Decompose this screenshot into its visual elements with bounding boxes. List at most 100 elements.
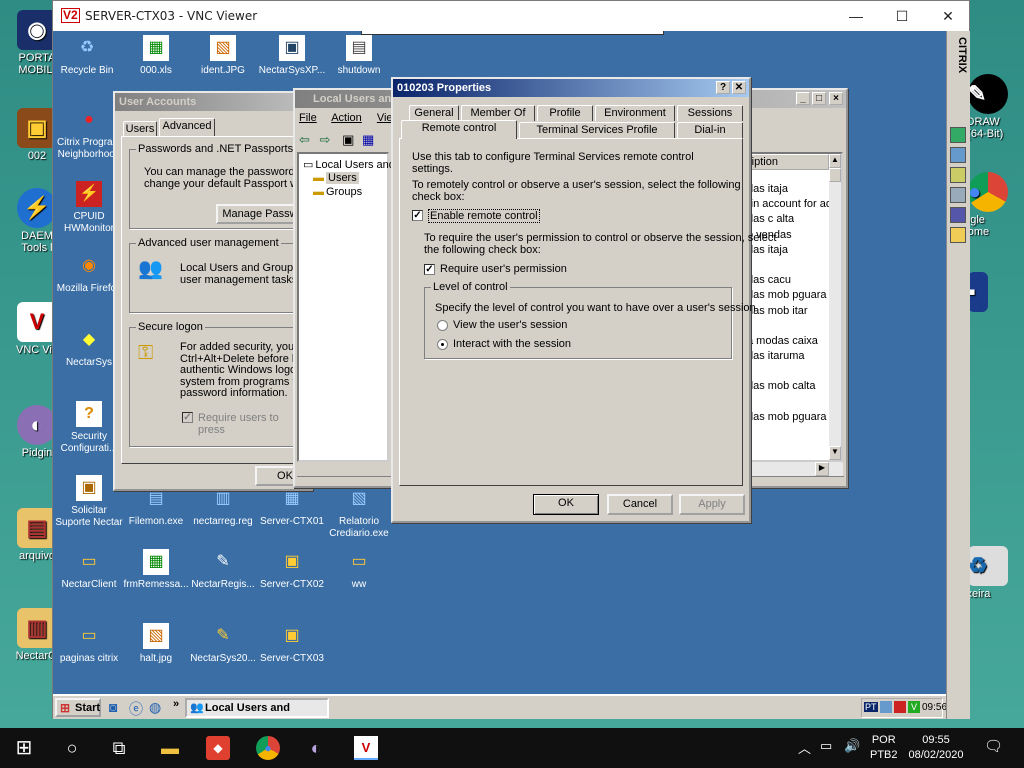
halt-jpg-icon[interactable]: ▧ halt.jpg [120, 623, 192, 665]
frmremessa-icon[interactable]: ▦ frmRemessa... [120, 549, 192, 591]
ident-jpg-icon[interactable]: ▧ ident.JPG [187, 35, 259, 77]
quicklaunch-app-icon[interactable]: ◍ [149, 699, 161, 716]
list-item[interactable] [747, 319, 829, 334]
list-item[interactable]: das mob pguara [747, 410, 829, 425]
enable-remote-control-label[interactable]: Enable remote control [428, 209, 540, 223]
taskbar-task-local-users[interactable]: 👥 Local Users and Groups [185, 698, 329, 719]
enable-remote-control-checkbox[interactable]: ✓ [412, 210, 423, 221]
server-ctx01-icon[interactable]: ▦ Server-CTX01 [256, 486, 328, 528]
tray-network-icon[interactable] [880, 701, 892, 713]
list-item[interactable]: das mob pguara [747, 288, 829, 303]
maximize-button[interactable]: □ [812, 92, 826, 105]
search-icon[interactable]: ○ [60, 736, 84, 760]
vertical-scrollbar[interactable]: ▲ ▼ [829, 154, 841, 460]
scroll-thumb[interactable] [829, 168, 841, 182]
shutdown-icon[interactable]: ▤ shutdown [323, 35, 395, 77]
up-folder-icon[interactable]: ▣ [342, 132, 354, 147]
require-ctrl-alt-del-checkbox[interactable]: ✓ [182, 412, 193, 423]
view-session-label[interactable]: View the user's session [453, 319, 567, 331]
tab-profile[interactable]: Profile [537, 105, 593, 121]
citrix-tool-icon[interactable] [950, 167, 966, 183]
network-icon[interactable]: ▭ [820, 738, 832, 754]
forward-icon[interactable]: ⇨ [320, 132, 331, 147]
windows-start-icon[interactable]: ⊞ [12, 736, 36, 760]
server-ctx02-icon[interactable]: ▣ Server-CTX02 [256, 549, 328, 591]
nectarsysxp-icon[interactable]: ▣ NectarSysXP... [256, 35, 328, 77]
minimize-button[interactable]: _ [796, 92, 810, 105]
close-button[interactable]: ✕ [732, 81, 746, 94]
vnc-taskbar-icon[interactable]: V [354, 736, 378, 760]
desktop-quicklaunch-icon[interactable]: ◙ [109, 699, 117, 715]
tree-item-users[interactable]: ▬ Users [313, 172, 359, 184]
minimize-button[interactable]: — [833, 1, 879, 31]
citrix-tool-icon[interactable] [950, 187, 966, 203]
nectarregis-icon[interactable]: ✎ NectarRegis... [187, 549, 259, 591]
tab-sessions[interactable]: Sessions [677, 105, 743, 121]
menu-action[interactable]: Action [331, 112, 362, 124]
help-button[interactable]: ? [716, 81, 730, 94]
paginas-citrix-icon[interactable]: ▭ paginas citrix [53, 623, 125, 665]
scroll-up-arrow[interactable]: ▲ [829, 154, 841, 168]
pidgin-taskbar-icon[interactable]: ◐ [304, 736, 328, 760]
user-accounts-titlebar[interactable]: User Accounts [115, 93, 311, 111]
close-button[interactable]: × [829, 92, 843, 105]
tab-environment[interactable]: Environment [595, 105, 675, 121]
nectarreg-icon[interactable]: ▥ nectarreg.reg [187, 486, 259, 528]
show-tree-icon[interactable]: ▦ [362, 132, 374, 147]
horizontal-scrollbar[interactable]: ▶ [743, 462, 843, 476]
chevron-more-icon[interactable]: » [173, 698, 179, 710]
nectarclient-icon[interactable]: ▭ NectarClient [53, 549, 125, 591]
ie-quicklaunch-icon[interactable]: ⓔ [129, 699, 143, 719]
volume-icon[interactable]: 🔊 [844, 738, 860, 754]
menu-file[interactable]: File [299, 112, 317, 124]
tray-app-icon[interactable] [894, 701, 906, 713]
filemon-icon[interactable]: ▤ Filemon.exe [120, 486, 192, 528]
tab-general[interactable]: General [409, 105, 459, 121]
list-item[interactable]: -in account for adr [747, 197, 829, 212]
chevron-up-icon[interactable]: ︿ [798, 738, 811, 757]
tab-ts-profile[interactable]: Terminal Services Profile [519, 122, 675, 138]
notification-icon[interactable]: 🗨 [984, 737, 1003, 755]
interact-session-radio[interactable] [437, 339, 448, 350]
input-language[interactable]: POR PTB2 [870, 733, 898, 763]
citrix-tool-icon[interactable] [950, 207, 966, 223]
back-icon[interactable]: ⇦ [299, 132, 310, 147]
tray-vnc-icon[interactable]: V [908, 701, 920, 713]
view-session-radio[interactable] [437, 320, 448, 331]
apply-button[interactable]: Apply [679, 494, 745, 515]
list-item[interactable]: das itaja [747, 243, 829, 258]
properties-titlebar[interactable]: 010203 Properties ? ✕ [393, 79, 749, 97]
scroll-down-arrow[interactable]: ▼ [829, 446, 841, 460]
citrix-tool-icon[interactable] [950, 227, 966, 243]
list-item[interactable]: das mob calta [747, 379, 829, 394]
description-column-header[interactable]: ription [745, 154, 829, 170]
tab-member-of[interactable]: Member Of [461, 105, 535, 121]
server-ctx03-icon[interactable]: ▣ Server-CTX03 [256, 623, 328, 665]
list-item[interactable]: das itaruma [747, 349, 829, 364]
vnc-titlebar[interactable]: V2 SERVER-CTX03 - VNC Viewer — ☐ ✕ [53, 1, 969, 31]
ww-icon[interactable]: ▭ ww [323, 549, 395, 591]
list-item[interactable]: das c alta [747, 212, 829, 227]
interact-session-label[interactable]: Interact with the session [453, 338, 571, 350]
chrome-taskbar-icon[interactable]: ● [256, 736, 280, 760]
relatorio-crediario-icon[interactable]: ▧ Relatorio Crediario.exe [323, 486, 395, 540]
tab-advanced[interactable]: Advanced [159, 118, 215, 136]
host-clock[interactable]: 09:55 08/02/2020 [906, 733, 966, 763]
citrix-tool-icon[interactable] [950, 147, 966, 163]
tab-dial-in[interactable]: Dial-in [677, 122, 743, 138]
tab-remote-control[interactable]: Remote control [401, 120, 517, 139]
nectarsys20-icon[interactable]: ✎ NectarSys20... [187, 623, 259, 665]
close-button[interactable]: ✕ [925, 1, 971, 31]
cancel-button[interactable]: Cancel [607, 494, 673, 515]
ok-button[interactable]: OK [533, 494, 599, 515]
list-item[interactable]: das itaja [747, 182, 829, 197]
list-item[interactable]: a modas caixa [747, 334, 829, 349]
require-permission-label[interactable]: Require user's permission [440, 263, 567, 275]
start-button[interactable]: ⊞ Start [55, 698, 101, 717]
tree-item-groups[interactable]: ▬ Groups [313, 186, 362, 198]
require-permission-checkbox[interactable]: ✓ [424, 264, 435, 275]
xls-file-icon[interactable]: ▦ 000.xls [120, 35, 192, 77]
list-item[interactable]: das cacu [747, 273, 829, 288]
list-item[interactable]: das mob itar [747, 304, 829, 319]
scroll-right-arrow[interactable]: ▶ [815, 462, 829, 476]
